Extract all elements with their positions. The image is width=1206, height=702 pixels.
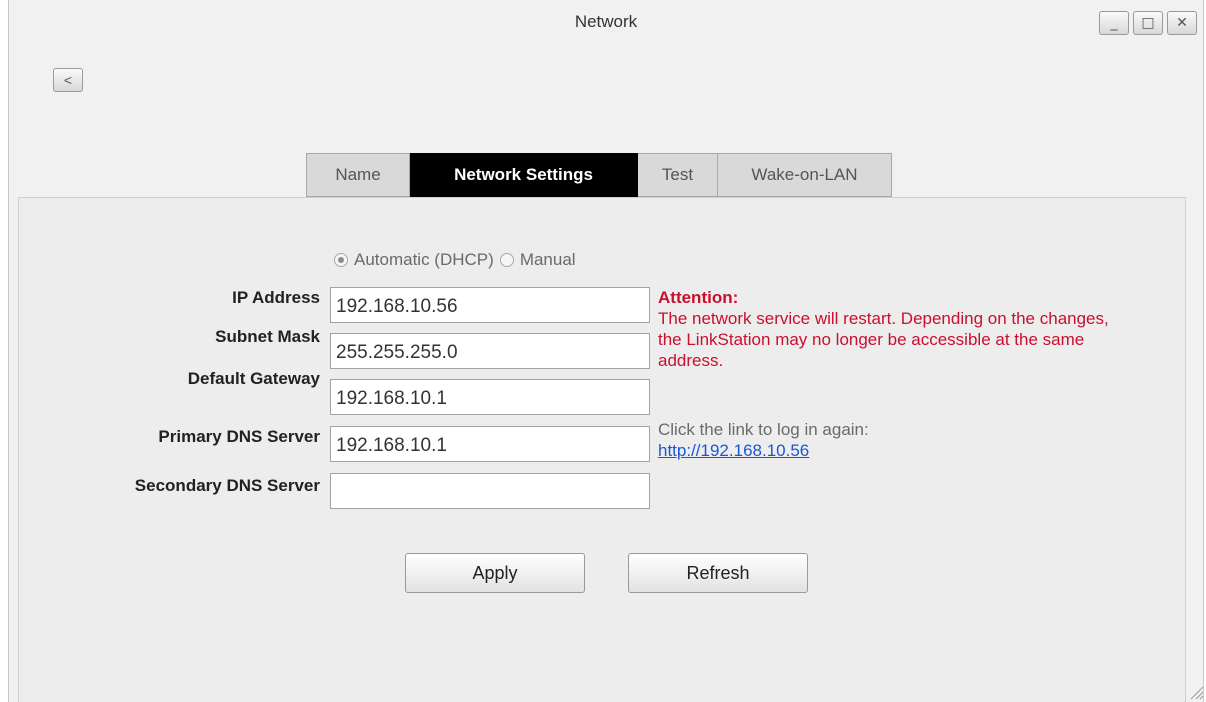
tab-network-settings[interactable]: Network Settings bbox=[410, 153, 638, 197]
close-button[interactable]: ✕ bbox=[1167, 11, 1197, 35]
attention-body: The network service will restart. Depend… bbox=[658, 309, 1109, 370]
ip-address-label: IP Address bbox=[232, 288, 320, 307]
primary-dns-input[interactable] bbox=[330, 426, 650, 462]
apply-button[interactable]: Apply bbox=[405, 553, 585, 593]
attention-heading: Attention: bbox=[658, 288, 739, 307]
tab-test[interactable]: Test bbox=[638, 153, 718, 197]
minimize-icon: _ bbox=[1110, 15, 1118, 31]
manual-radio[interactable] bbox=[499, 253, 514, 267]
secondary-dns-label: Secondary DNS Server bbox=[134, 476, 320, 495]
default-gateway-label: Default Gateway bbox=[187, 369, 320, 388]
window-title: Network bbox=[574, 12, 638, 31]
chevron-left-icon: < bbox=[63, 72, 73, 88]
manual-radio-label[interactable]: Manual bbox=[520, 250, 576, 270]
maximize-icon: □ bbox=[1141, 15, 1155, 31]
primary-dns-label: Primary DNS Server bbox=[158, 427, 320, 446]
ip-address-input[interactable] bbox=[330, 287, 650, 323]
settings-tabs: Name Network Settings Test Wake-on-LAN bbox=[306, 153, 892, 197]
automatic-radio[interactable] bbox=[334, 253, 348, 267]
back-button[interactable]: < bbox=[53, 68, 83, 92]
secondary-dns-input[interactable] bbox=[330, 473, 650, 509]
attention-notice: Attention: The network service will rest… bbox=[658, 287, 1128, 371]
relogin-link[interactable]: http://192.168.10.56 bbox=[658, 441, 809, 460]
ip-mode-selector: Automatic (DHCP) Manual bbox=[334, 250, 576, 270]
resize-grip-icon[interactable] bbox=[1186, 682, 1204, 700]
default-gateway-input[interactable] bbox=[330, 379, 650, 415]
relogin-notice: Click the link to log in again: http://1… bbox=[658, 419, 1128, 461]
subnet-mask-label: Subnet Mask bbox=[215, 327, 320, 346]
minimize-button[interactable]: _ bbox=[1099, 11, 1129, 35]
tab-name[interactable]: Name bbox=[306, 153, 410, 197]
tab-wake-on-lan[interactable]: Wake-on-LAN bbox=[718, 153, 892, 197]
maximize-button[interactable]: □ bbox=[1133, 11, 1163, 35]
close-icon: ✕ bbox=[1176, 15, 1188, 31]
subnet-mask-input[interactable] bbox=[330, 333, 650, 369]
window-controls: _ □ ✕ bbox=[1099, 11, 1197, 35]
refresh-button[interactable]: Refresh bbox=[628, 553, 808, 593]
title-bar[interactable]: Network _ □ ✕ bbox=[9, 0, 1203, 48]
relogin-text: Click the link to log in again: bbox=[658, 420, 869, 439]
automatic-radio-label[interactable]: Automatic (DHCP) bbox=[354, 250, 494, 270]
